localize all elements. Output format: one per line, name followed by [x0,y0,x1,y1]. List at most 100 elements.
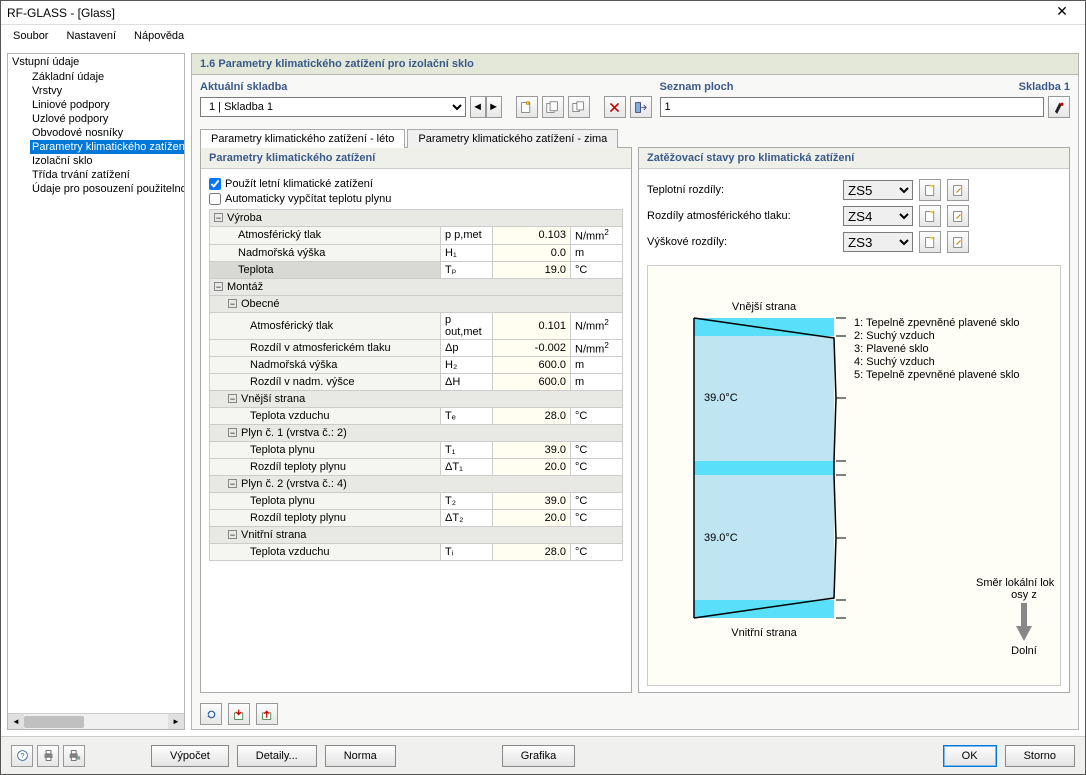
window-title: RF-GLASS - [Glass] [7,6,1045,20]
param-value[interactable]: 28.0 [493,544,571,561]
loadcase-combo[interactable]: ZS3 [843,232,913,252]
loadcase-edit-icon[interactable] [947,179,969,201]
glass-diagram: Vnější strana 39.0°C 39.0°C [647,265,1061,686]
diagram-top-label: Vnější strana [732,301,797,313]
param-value[interactable]: 39.0 [493,442,571,459]
loadcases-pane-title: Zatěžovací stavy pro klimatická zatížení [639,148,1069,169]
loadcase-edit-icon[interactable] [947,231,969,253]
import-icon[interactable] [228,703,250,725]
sidebar-item[interactable]: Izolační sklo [30,154,184,168]
grafika-button[interactable]: Grafika [502,745,575,767]
param-value[interactable]: 0.103 [493,227,571,245]
delete-icon[interactable] [604,96,626,118]
cb-auto-temp-label: Automaticky vypčítat teplotu plynu [225,193,391,205]
print2-icon[interactable] [63,745,85,767]
loadcase-combo[interactable]: ZS5 [843,180,913,200]
param-value[interactable]: 20.0 [493,459,571,476]
loadcase-label: Rozdíly atmosférického tlaku: [647,210,837,222]
param-value[interactable]: 19.0 [493,261,571,278]
svg-text:3: Plavené sklo: 3: Plavené sklo [854,343,929,355]
svg-text:osy z: osy z [1011,589,1037,601]
param-value[interactable]: 0.101 [493,312,571,339]
svg-text:2: Suchý vzduch: 2: Suchý vzduch [854,330,935,342]
reset-icon[interactable] [200,703,222,725]
copy-all-icon[interactable] [568,96,590,118]
next-icon[interactable]: ► [486,96,502,118]
help-icon[interactable]: ? [11,745,33,767]
combo-label: Aktuální skladba [200,81,287,93]
sidebar-item[interactable]: Vrstvy [30,84,184,98]
menu-settings[interactable]: Nastavení [58,28,124,44]
svg-text:39.0°C: 39.0°C [704,392,738,404]
new-icon[interactable] [516,96,538,118]
scroll-thumb[interactable] [24,716,84,728]
svg-text:4: Suchý vzduch: 4: Suchý vzduch [854,356,935,368]
vypocet-button[interactable]: Výpočet [151,745,229,767]
page-title: 1.6 Parametry klimatického zatížení pro … [192,54,1078,75]
sidebar-item[interactable]: Parametry klimatického zatížení [30,140,184,154]
param-value[interactable]: 600.0 [493,357,571,374]
svg-text:Vnitřní strana: Vnitřní strana [731,627,797,639]
print-icon[interactable] [37,745,59,767]
menubar: Soubor Nastavení Nápověda [1,25,1085,47]
cb-auto-temp[interactable] [209,193,221,205]
loadcase-edit-icon[interactable] [947,205,969,227]
assign-icon[interactable] [630,96,652,118]
loadcases-pane: Zatěžovací stavy pro klimatická zatížení… [638,147,1070,693]
menu-file[interactable]: Soubor [5,28,56,44]
cb-use-summer-label: Použít letní klimatické zatížení [225,178,373,190]
loadcase-label: Výškové rozdíly: [647,236,837,248]
duplicate-icon[interactable] [542,96,564,118]
detaily-button[interactable]: Detaily... [237,745,317,767]
skladba-combo[interactable]: 1 | Skladba 1 [200,97,466,117]
svg-text:1: Tepelně zpevněné plavené sk: 1: Tepelně zpevněné plavené sklo [854,317,1020,329]
cb-use-summer[interactable] [209,178,221,190]
params-pane: Parametry klimatického zatížení Použít l… [200,147,632,693]
sidebar-root: Vstupní údaje [8,54,184,70]
param-value[interactable]: 600.0 [493,374,571,391]
sidebar-hscroll[interactable]: ◄ ► [8,713,184,729]
sidebar-item[interactable]: Uzlové podpory [30,112,184,126]
sidebar-item[interactable]: Třída trvání zatížení [30,168,184,182]
tab-summer[interactable]: Parametry klimatického zatížení - léto [200,129,405,148]
menu-help[interactable]: Nápověda [126,28,192,44]
loadcase-new-icon[interactable] [919,231,941,253]
pick-icon[interactable] [1048,96,1070,118]
sidebar: Vstupní údaje Základní údajeVrstvyLiniov… [7,53,185,730]
titlebar: RF-GLASS - [Glass] ✕ [1,1,1085,25]
plochy-input[interactable] [660,97,1044,117]
svg-text:?: ? [20,751,24,760]
loadcase-new-icon[interactable] [919,205,941,227]
svg-text:5: Tepelně zpevněné plavené sk: 5: Tepelně zpevněné plavené sklo [854,369,1020,381]
scroll-right-icon[interactable]: ► [168,714,184,730]
param-value[interactable]: 39.0 [493,493,571,510]
export-icon[interactable] [256,703,278,725]
loadcase-label: Teplotní rozdíly: [647,184,837,196]
param-value[interactable]: 20.0 [493,510,571,527]
sidebar-item[interactable]: Základní údaje [30,70,184,84]
scroll-left-icon[interactable]: ◄ [8,714,24,730]
params-pane-title: Parametry klimatického zatížení [201,148,631,169]
tab-winter[interactable]: Parametry klimatického zatížení - zima [407,129,618,148]
prev-icon[interactable]: ◄ [470,96,486,118]
norma-button[interactable]: Norma [325,745,396,767]
close-icon[interactable]: ✕ [1045,3,1079,23]
param-value[interactable]: 28.0 [493,408,571,425]
list-sublabel: Skladba 1 [1019,81,1070,93]
footer: ? Výpočet Detaily... Norma Grafika OK St… [1,736,1085,774]
list-label: Seznam ploch [660,81,734,93]
svg-text:Dolní: Dolní [1011,645,1037,656]
ok-button[interactable]: OK [943,745,997,767]
sidebar-item[interactable]: Liniové podpory [30,98,184,112]
svg-text:39.0°C: 39.0°C [704,532,738,544]
sidebar-item[interactable]: Údaje pro posouzení použitelnosti [30,182,184,196]
param-value[interactable]: 0.0 [493,244,571,261]
main-panel: 1.6 Parametry klimatického zatížení pro … [191,53,1079,730]
content: Vstupní údaje Základní údajeVrstvyLiniov… [1,47,1085,736]
param-value[interactable]: -0.002 [493,339,571,357]
sidebar-item[interactable]: Obvodové nosníky [30,126,184,140]
loadcase-new-icon[interactable] [919,179,941,201]
svg-text:Směr lokální lokální: Směr lokální lokální [976,577,1054,589]
storno-button[interactable]: Storno [1005,745,1075,767]
loadcase-combo[interactable]: ZS4 [843,206,913,226]
